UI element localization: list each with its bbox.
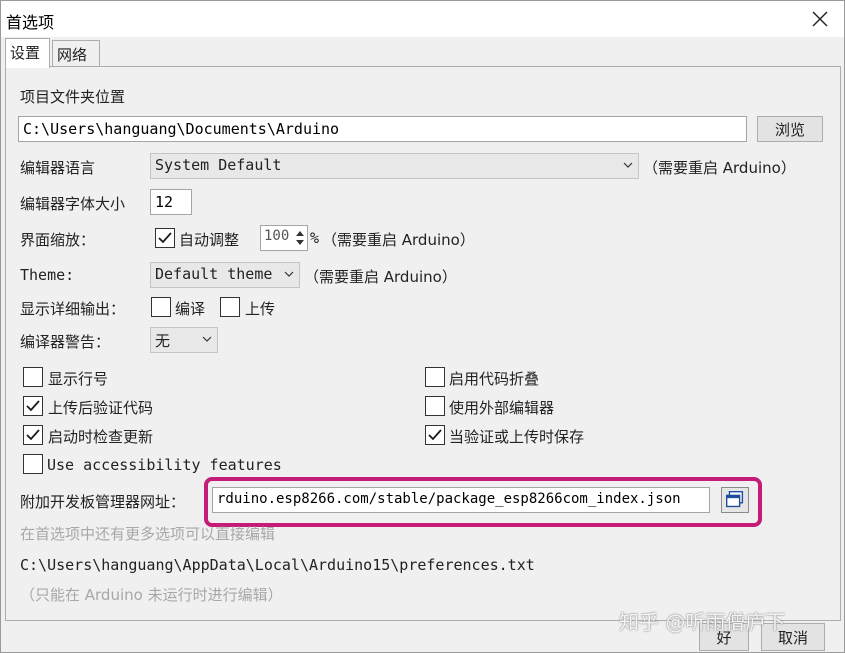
accessibility-label: Use accessibility features	[47, 456, 282, 474]
font-size-label: 编辑器字体大小	[20, 195, 126, 213]
theme-restart-note: （需要重启 Arduino）	[304, 268, 457, 286]
interface-scale-label: 界面缩放：	[20, 231, 96, 249]
verbose-compile-label: 编译	[175, 300, 206, 318]
font-size-input[interactable]: 12	[150, 189, 192, 215]
close-icon	[812, 11, 828, 27]
preferences-window: 首选项 设置 网络 项目文件夹位置 C:\Users\hanguang\Docu…	[0, 0, 845, 653]
auto-scale-checkbox[interactable]	[155, 228, 175, 248]
compiler-warnings-value: 无	[155, 332, 171, 350]
board-urls-edit-button[interactable]	[721, 487, 749, 513]
sketchbook-path-input[interactable]: C:\Users\hanguang\Documents\Arduino	[18, 116, 747, 142]
verbose-upload-checkbox[interactable]	[220, 297, 240, 317]
scale-unit: %	[310, 229, 320, 247]
board-urls-input[interactable]: rduino.esp8266.com/stable/package_esp826…	[212, 487, 710, 513]
scale-spinner[interactable]: 100	[260, 225, 308, 251]
accessibility-checkbox[interactable]	[23, 454, 43, 474]
save-on-verify-label: 当验证或上传时保存	[449, 428, 585, 446]
window-title: 首选项	[6, 13, 55, 32]
checkmark-icon	[26, 400, 40, 412]
tab-network[interactable]: 网络	[52, 40, 100, 67]
verbose-compile-checkbox[interactable]	[151, 297, 171, 317]
verify-after-upload-checkbox[interactable]	[23, 396, 43, 416]
compiler-warnings-select[interactable]: 无	[150, 327, 218, 353]
check-updates-checkbox[interactable]	[23, 425, 43, 445]
editor-language-restart-note: （需要重启 Arduino）	[643, 159, 796, 177]
external-editor-label: 使用外部编辑器	[449, 399, 555, 417]
more-prefs-note: 在首选项中还有更多选项可以直接编辑	[20, 525, 276, 543]
verbose-output-label: 显示详细输出：	[20, 300, 126, 318]
theme-select[interactable]: Default theme	[150, 262, 300, 288]
prefs-file-path: C:\Users\hanguang\AppData\Local\Arduino1…	[20, 556, 535, 574]
spinner-arrows-icon	[296, 231, 304, 245]
board-urls-label: 附加开发板管理器网址：	[20, 493, 186, 511]
external-editor-checkbox[interactable]	[425, 396, 445, 416]
save-on-verify-checkbox[interactable]	[425, 425, 445, 445]
tab-settings[interactable]: 设置	[5, 38, 50, 68]
auto-scale-label: 自动调整	[179, 231, 240, 249]
editor-language-label: 编辑器语言	[20, 159, 96, 177]
watermark: 知乎 @听雨僧庐下	[619, 610, 786, 634]
verbose-upload-label: 上传	[245, 300, 276, 318]
chevron-down-icon	[623, 162, 633, 168]
editor-language-value: System Default	[155, 156, 282, 174]
scale-value: 100	[264, 228, 290, 244]
close-button[interactable]	[801, 3, 839, 35]
theme-value: Default theme	[155, 265, 273, 283]
show-line-numbers-label: 显示行号	[48, 370, 109, 388]
window-list-icon	[726, 491, 744, 508]
compiler-warnings-label: 编译器警告：	[20, 333, 111, 351]
scale-restart-note: （需要重启 Arduino）	[322, 231, 475, 249]
chevron-down-icon	[284, 271, 294, 277]
browse-button[interactable]: 浏览	[757, 116, 823, 142]
edit-restriction-note: （只能在 Arduino 未运行时进行编辑）	[20, 586, 283, 604]
checkmark-icon	[26, 429, 40, 441]
show-line-numbers-checkbox[interactable]	[23, 367, 43, 387]
checkmark-icon	[158, 232, 172, 244]
verify-after-upload-label: 上传后验证代码	[48, 399, 154, 417]
title-bar: 首选项	[1, 1, 844, 37]
code-folding-label: 启用代码折叠	[449, 370, 540, 388]
chevron-down-icon	[202, 336, 212, 342]
editor-language-select[interactable]: System Default	[150, 153, 639, 179]
checkmark-icon	[428, 429, 442, 441]
code-folding-checkbox[interactable]	[425, 367, 445, 387]
sketchbook-label: 项目文件夹位置	[20, 88, 126, 106]
theme-label: Theme:	[20, 266, 75, 284]
check-updates-label: 启动时检查更新	[48, 428, 154, 446]
